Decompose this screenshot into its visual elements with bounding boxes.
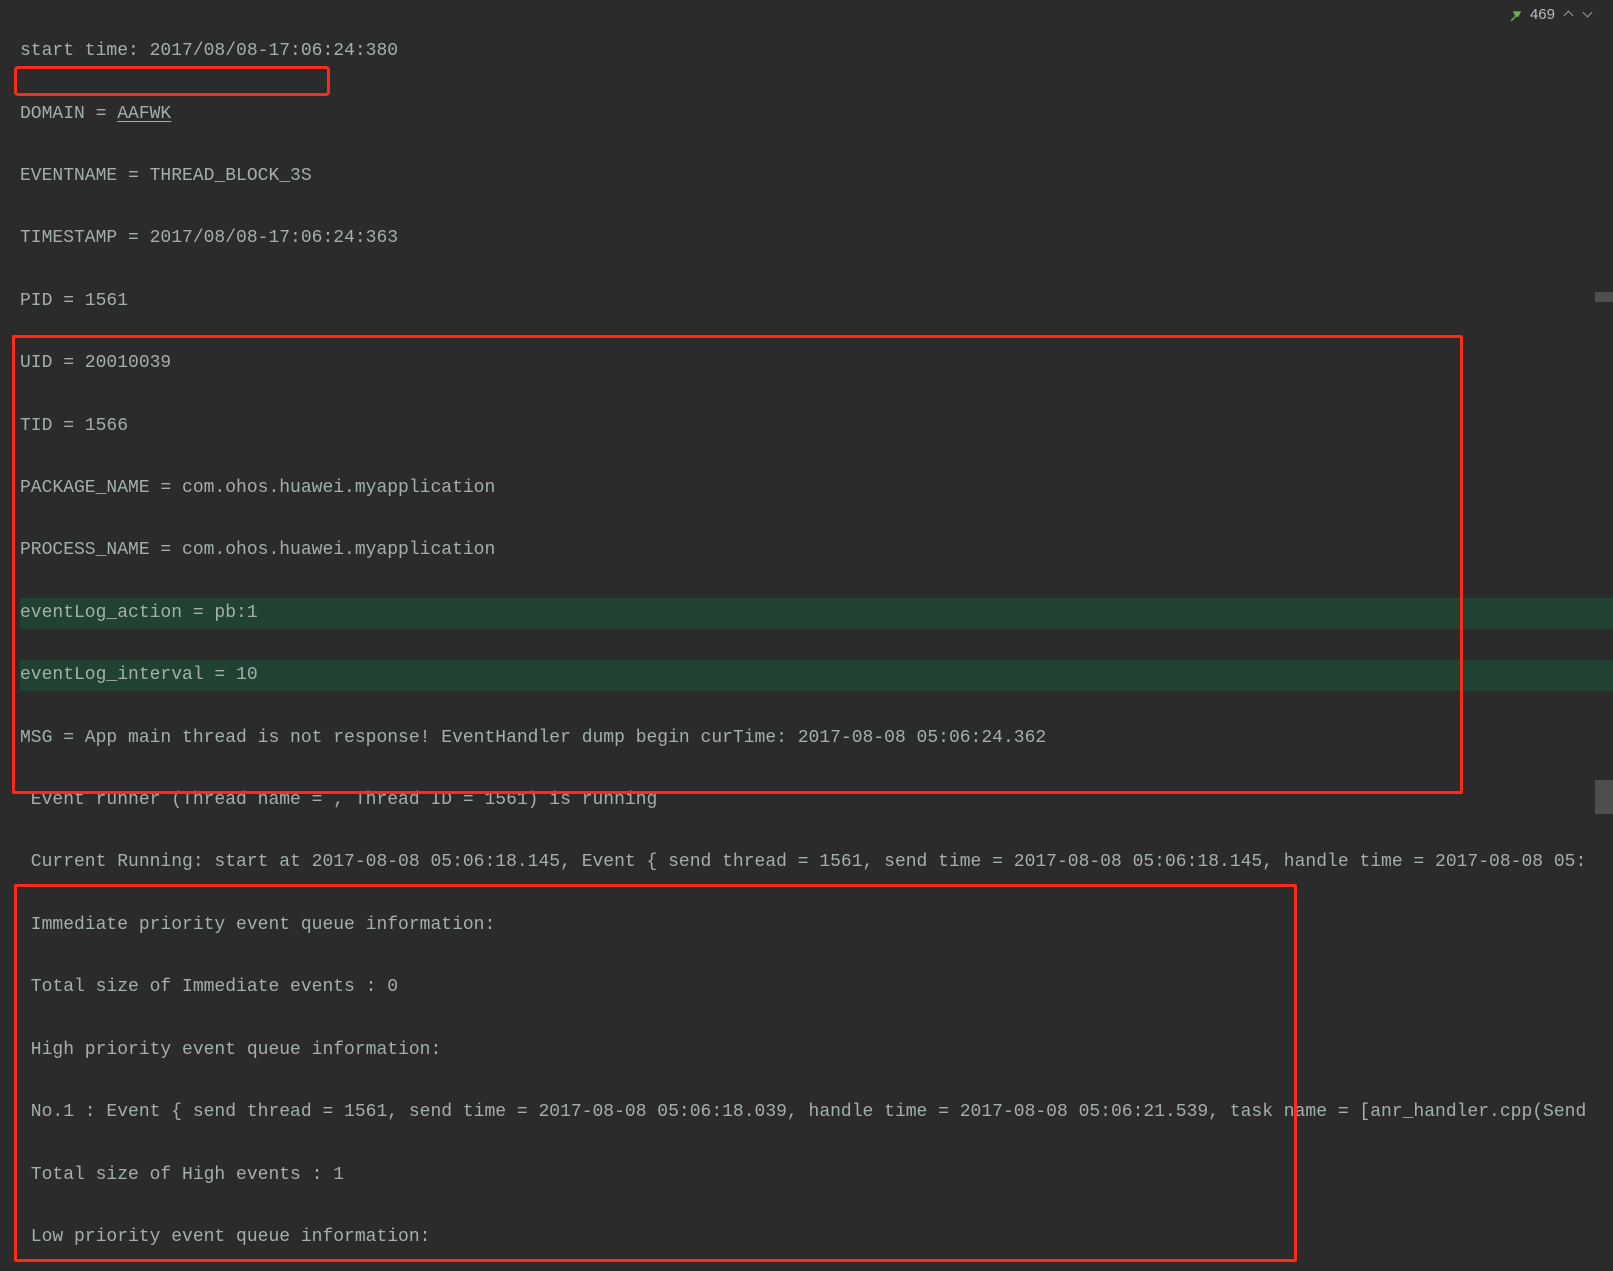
log-line-msg-7: Total size of High events : 1 [20,1160,1613,1191]
log-line-package: PACKAGE_NAME = com.ohos.huawei.myapplica… [20,473,1613,504]
log-viewer[interactable]: start time: 2017/08/08-17:06:24:380 DOMA… [0,0,1613,1271]
log-line-msg-8: Low priority event queue information: [20,1222,1613,1253]
log-line-process: PROCESS_NAME = com.ohos.huawei.myapplica… [20,535,1613,566]
status-bar: 469 [1510,6,1593,23]
log-line-domain: DOMAIN = AAFWK [20,99,1613,130]
prev-match-button[interactable] [1563,9,1574,20]
log-line-tid: TID = 1566 [20,411,1613,442]
pin-icon [1510,9,1522,21]
log-line-eventlog-action: eventLog_action = pb:1 [20,598,1613,629]
log-line-msg-3: Immediate priority event queue informati… [20,910,1613,941]
next-match-button[interactable] [1582,9,1593,20]
log-line-eventlog-interval: eventLog_interval = 10 [20,660,1613,691]
log-line-timestamp: TIMESTAMP = 2017/08/08-17:06:24:363 [20,223,1613,254]
log-line-pid: PID = 1561 [20,286,1613,317]
log-line-msg-6: No.1 : Event { send thread = 1561, send … [20,1097,1613,1128]
log-line-start-time: start time: 2017/08/08-17:06:24:380 [20,36,1613,67]
log-line-uid: UID = 20010039 [20,348,1613,379]
match-count: 469 [1530,6,1555,23]
log-line-eventname: EVENTNAME = THREAD_BLOCK_3S [20,161,1613,192]
scrollbar-marker[interactable] [1595,292,1613,302]
log-line-msg-5: High priority event queue information: [20,1035,1613,1066]
log-line-msg-2: Current Running: start at 2017-08-08 05:… [20,847,1613,878]
scrollbar-marker[interactable] [1595,780,1613,814]
log-line-msg-0: MSG = App main thread is not response! E… [20,723,1613,754]
log-line-msg-4: Total size of Immediate events : 0 [20,972,1613,1003]
log-line-msg-1: Event runner (Thread name = , Thread ID … [20,785,1613,816]
